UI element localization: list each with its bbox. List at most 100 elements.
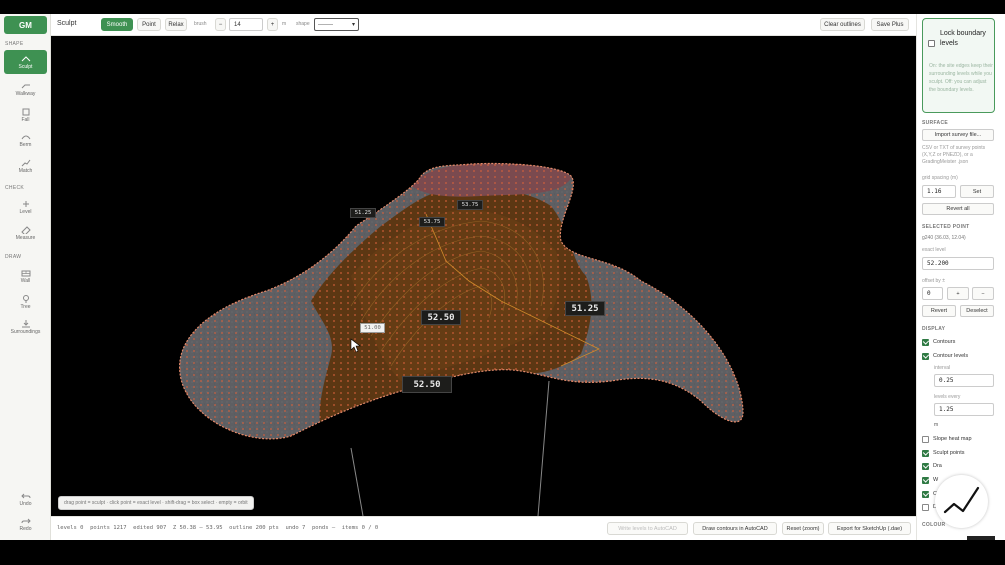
grid-spacing-input[interactable]: 1.16	[922, 185, 956, 198]
sculpt-points-toggle[interactable]: Sculpt points	[922, 448, 965, 458]
display-checkbox[interactable]	[922, 490, 929, 498]
reset-zoom-button[interactable]: Reset (zoom)	[782, 522, 824, 535]
tool-level[interactable]: Level	[4, 195, 47, 219]
app-logo[interactable]: GM	[4, 16, 47, 34]
rail-section-draw: DRAW	[5, 254, 22, 260]
tool-match-label: Match	[18, 167, 33, 174]
tool-tree[interactable]: Tree	[4, 290, 47, 314]
terrain-mesh[interactable]	[51, 36, 916, 516]
download-icon	[21, 320, 31, 329]
sculpt-points-checkbox[interactable]	[922, 449, 929, 457]
sculpt-icon	[21, 55, 31, 64]
tool-walkway-label: Walkway	[15, 90, 36, 97]
status-stats: levels 0 points 1217 edited 907 Z 50.38 …	[57, 525, 379, 531]
tool-measure[interactable]: Measure	[4, 221, 47, 245]
plus-icon	[21, 200, 31, 209]
point-button[interactable]: Point	[137, 18, 161, 31]
match-icon	[21, 159, 31, 168]
contour-level-label: 51.25	[565, 301, 605, 316]
slope-heat-map-toggle[interactable]: Slope heat map	[922, 434, 972, 444]
undo-button[interactable]: Undo	[4, 487, 47, 511]
exact-level-label: exact level	[922, 247, 946, 253]
tool-tree-label: Tree	[20, 303, 31, 310]
offset-plus-button[interactable]: +	[947, 287, 969, 300]
chart-overlay-widget[interactable]	[935, 475, 988, 528]
tool-sculpt[interactable]: Sculpt	[4, 50, 47, 74]
selected-point-coords: g240 (36.03, 12.04)	[922, 235, 966, 241]
display-header: DISPLAY	[922, 326, 946, 332]
clear-outlines-button[interactable]: Clear outlines	[820, 18, 865, 31]
tool-berm[interactable]: Berm	[4, 128, 47, 152]
display-toggle-row[interactable]: Dra	[922, 461, 942, 471]
fall-icon	[21, 108, 31, 117]
tool-wall-label: Wall	[20, 277, 31, 284]
surface-description: CSV or TXT of survey points (X,Y,Z or PN…	[922, 145, 986, 165]
exact-level-input[interactable]: 52.200	[922, 257, 994, 270]
relax-button[interactable]: Relax	[165, 18, 187, 31]
contour-level-label: 53.75	[457, 200, 483, 210]
tree-icon	[21, 295, 31, 304]
interval-input[interactable]: 0.25	[934, 374, 994, 387]
levels-every-input[interactable]: 1.25	[934, 403, 994, 416]
contours-label: Contours	[933, 339, 956, 345]
chevron-down-icon: ▾	[351, 22, 355, 28]
undo-icon	[20, 492, 31, 501]
import-survey-button[interactable]: Import survey file...	[922, 129, 994, 141]
walkway-icon	[21, 82, 31, 91]
display-toggle-label: Dra	[933, 463, 942, 469]
brush-increase-button[interactable]: +	[267, 18, 278, 31]
deselect-button[interactable]: Deselect	[960, 305, 994, 317]
offset-input[interactable]: 0	[922, 287, 943, 300]
redo-button[interactable]: Redo	[4, 512, 47, 536]
levels-every-unit: m	[934, 422, 939, 428]
tool-walkway[interactable]: Walkway	[4, 77, 47, 101]
contours-checkbox[interactable]	[922, 338, 929, 346]
offset-label: offset by ±	[922, 278, 945, 284]
status-bar: levels 0 points 1217 edited 907 Z 50.38 …	[51, 516, 916, 540]
export-sketchup-button[interactable]: Export for SketchUp (.dae)	[828, 522, 911, 535]
smooth-button[interactable]: Smooth	[101, 18, 133, 31]
revert-all-button[interactable]: Revert all	[922, 203, 994, 215]
lock-boundary-checkbox[interactable]	[928, 40, 935, 47]
set-grid-button[interactable]: Set	[960, 185, 994, 198]
surface-header: SURFACE	[922, 120, 948, 126]
interval-label: interval	[934, 365, 951, 371]
app-window: GM SHAPE Sculpt Walkway Fall Berm Match …	[0, 14, 1005, 540]
revert-point-button[interactable]: Revert	[922, 305, 956, 317]
offset-minus-button[interactable]: −	[972, 287, 994, 300]
contours-toggle[interactable]: Contours	[922, 337, 955, 347]
contour-levels-label: Contour levels	[933, 353, 969, 359]
shape-select[interactable]: ——— ▾	[314, 18, 359, 31]
colour-swatch[interactable]	[967, 536, 995, 540]
contour-level-label: 51.25	[350, 208, 376, 218]
terrain-viewport[interactable]: 51.25 53.75 53.75 52.50 51.25 52.50 51.0…	[51, 36, 916, 516]
write-levels-button[interactable]: Write levels to AutoCAD	[607, 522, 688, 535]
levels-every-label: levels every	[934, 394, 961, 400]
display-checkbox[interactable]	[922, 503, 929, 511]
display-checkbox[interactable]	[922, 462, 929, 470]
contour-level-label: 52.50	[402, 376, 452, 393]
tool-surroundings[interactable]: Surroundings	[4, 315, 47, 339]
tool-wall[interactable]: Wall	[4, 264, 47, 288]
tool-match[interactable]: Match	[4, 154, 47, 178]
brush-label: brush	[194, 21, 207, 27]
contour-levels-toggle[interactable]: Contour levels	[922, 351, 968, 361]
grid-spacing-label: grid spacing (m)	[922, 175, 958, 181]
display-checkbox[interactable]	[922, 476, 929, 484]
contour-levels-checkbox[interactable]	[922, 352, 929, 360]
slope-heat-map-checkbox[interactable]	[922, 435, 929, 443]
brush-size-input[interactable]: 14	[229, 18, 263, 31]
brush-decrease-button[interactable]: −	[215, 18, 226, 31]
tool-level-label: Level	[19, 208, 32, 215]
shape-label: shape	[296, 21, 310, 27]
ruler-icon	[20, 226, 31, 235]
interaction-hint: drag point = sculpt · click point = exac…	[58, 496, 254, 510]
save-plus-button[interactable]: Save Plus	[871, 18, 909, 31]
draw-contours-button[interactable]: Draw contours in AutoCAD	[693, 522, 777, 535]
stake-line	[350, 447, 364, 516]
top-toolbar: Sculpt Smooth Point Relax brush − 14 + m…	[51, 14, 916, 36]
tool-fall[interactable]: Fall	[4, 103, 47, 127]
lock-boundary-card[interactable]: Lock boundary levels On: the site edges …	[922, 18, 995, 113]
selected-point-header: SELECTED POINT	[922, 224, 970, 230]
berm-icon	[21, 133, 31, 142]
